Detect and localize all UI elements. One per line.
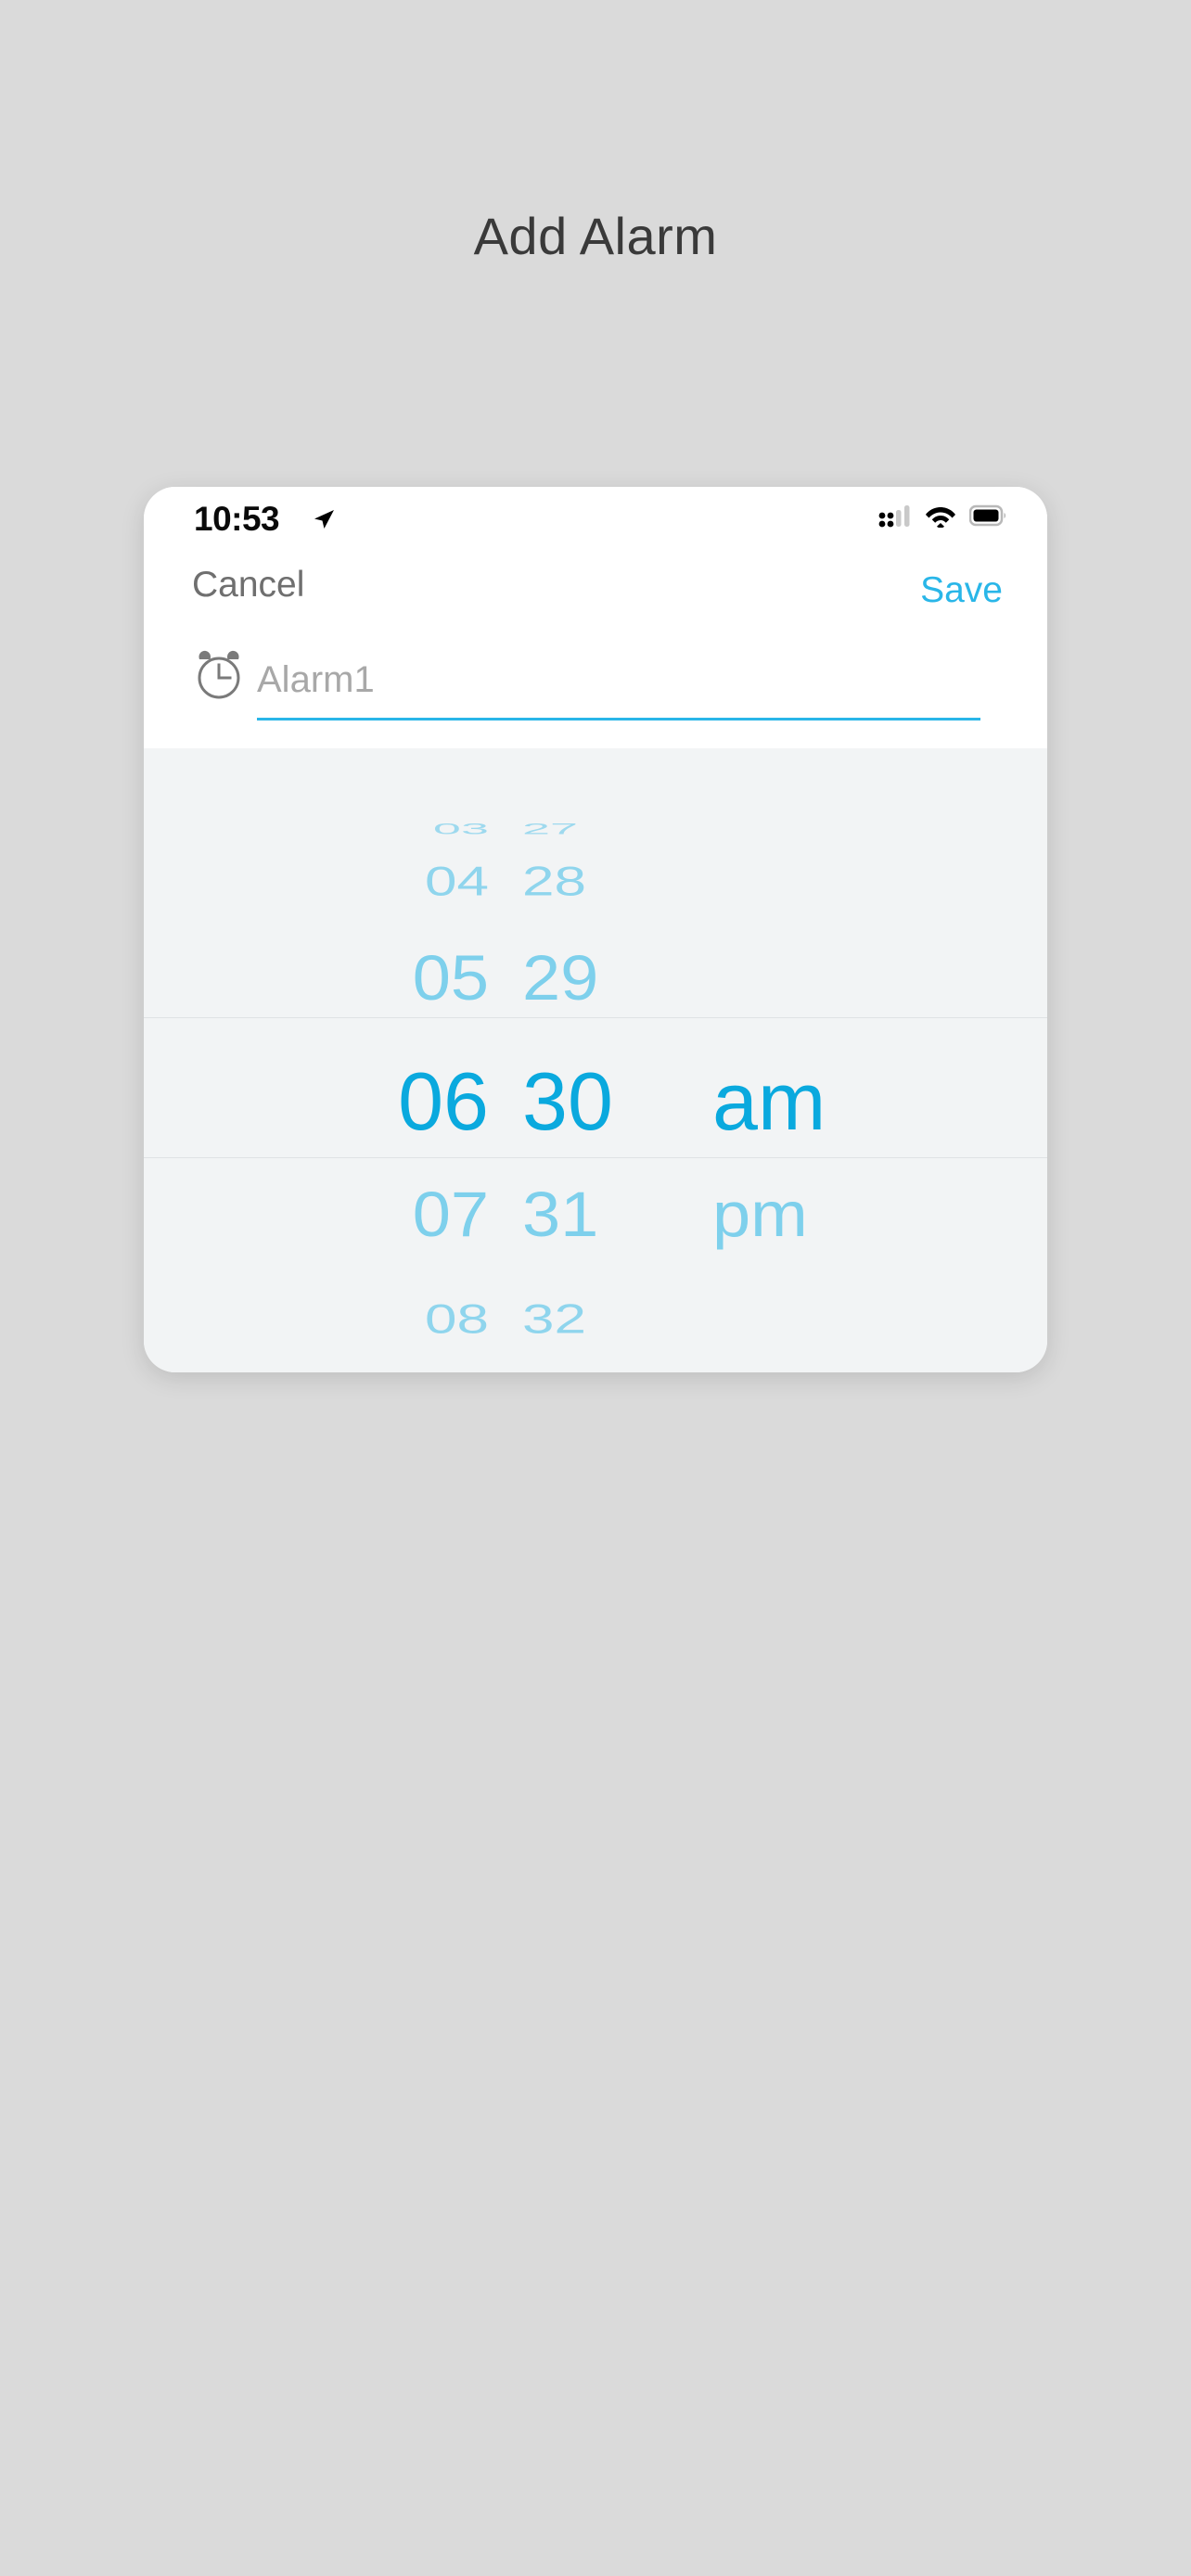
alarm-name-underline: [257, 718, 980, 721]
phone-mockup-card: 10:53 Cancel Save Alarm1 03 27 04 28 05 …: [144, 487, 1047, 1372]
wifi-icon: [925, 504, 956, 532]
picker-hour: 03: [432, 821, 489, 837]
picker-hour: 05: [412, 941, 489, 1014]
picker-selected-minute: 30: [522, 1055, 613, 1147]
page-title: Add Alarm: [473, 207, 718, 265]
cancel-button[interactable]: Cancel: [192, 565, 304, 606]
save-button[interactable]: Save: [920, 570, 1003, 611]
location-arrow-icon: [312, 507, 336, 536]
alarm-name-input[interactable]: [257, 648, 980, 711]
picker-row-selected[interactable]: 06 30 am: [144, 1054, 1047, 1149]
dialog-action-bar: Cancel Save: [144, 554, 1047, 631]
picker-selected-period: am: [712, 1055, 826, 1147]
picker-selected-hour: 06: [398, 1055, 489, 1147]
status-bar: 10:53: [144, 487, 1047, 554]
picker-hour: 07: [412, 1178, 489, 1251]
picker-row[interactable]: 07 31 pm: [144, 1178, 1047, 1251]
picker-period: pm: [712, 1178, 808, 1251]
picker-row[interactable]: 03 27: [144, 821, 1047, 838]
status-bar-indicators: [878, 504, 1008, 532]
battery-full-icon: [968, 504, 1008, 531]
picker-minute: 31: [522, 1178, 599, 1251]
picker-minute: 32: [522, 1295, 586, 1343]
alarm-name-row: [144, 631, 1047, 748]
alarm-clock-icon: [190, 646, 248, 708]
picker-hour: 08: [425, 1295, 489, 1343]
picker-minute: 29: [522, 941, 599, 1014]
time-picker[interactable]: 03 27 04 28 05 29 06 30 am 07 31 pm 08 3…: [144, 748, 1047, 1372]
picker-row[interactable]: 04 28: [144, 858, 1047, 905]
picker-hour: 04: [425, 858, 489, 905]
picker-minute: 28: [522, 858, 586, 905]
cellular-signal-icon: [878, 504, 912, 532]
picker-row[interactable]: 05 29: [144, 941, 1047, 1014]
picker-minute: 27: [522, 821, 579, 837]
status-bar-time: 10:53: [194, 500, 280, 538]
picker-row[interactable]: 08 32: [144, 1295, 1047, 1343]
screen-root: Add Alarm 10:53 Cancel Save Alarm1 03 27…: [0, 0, 1191, 2576]
